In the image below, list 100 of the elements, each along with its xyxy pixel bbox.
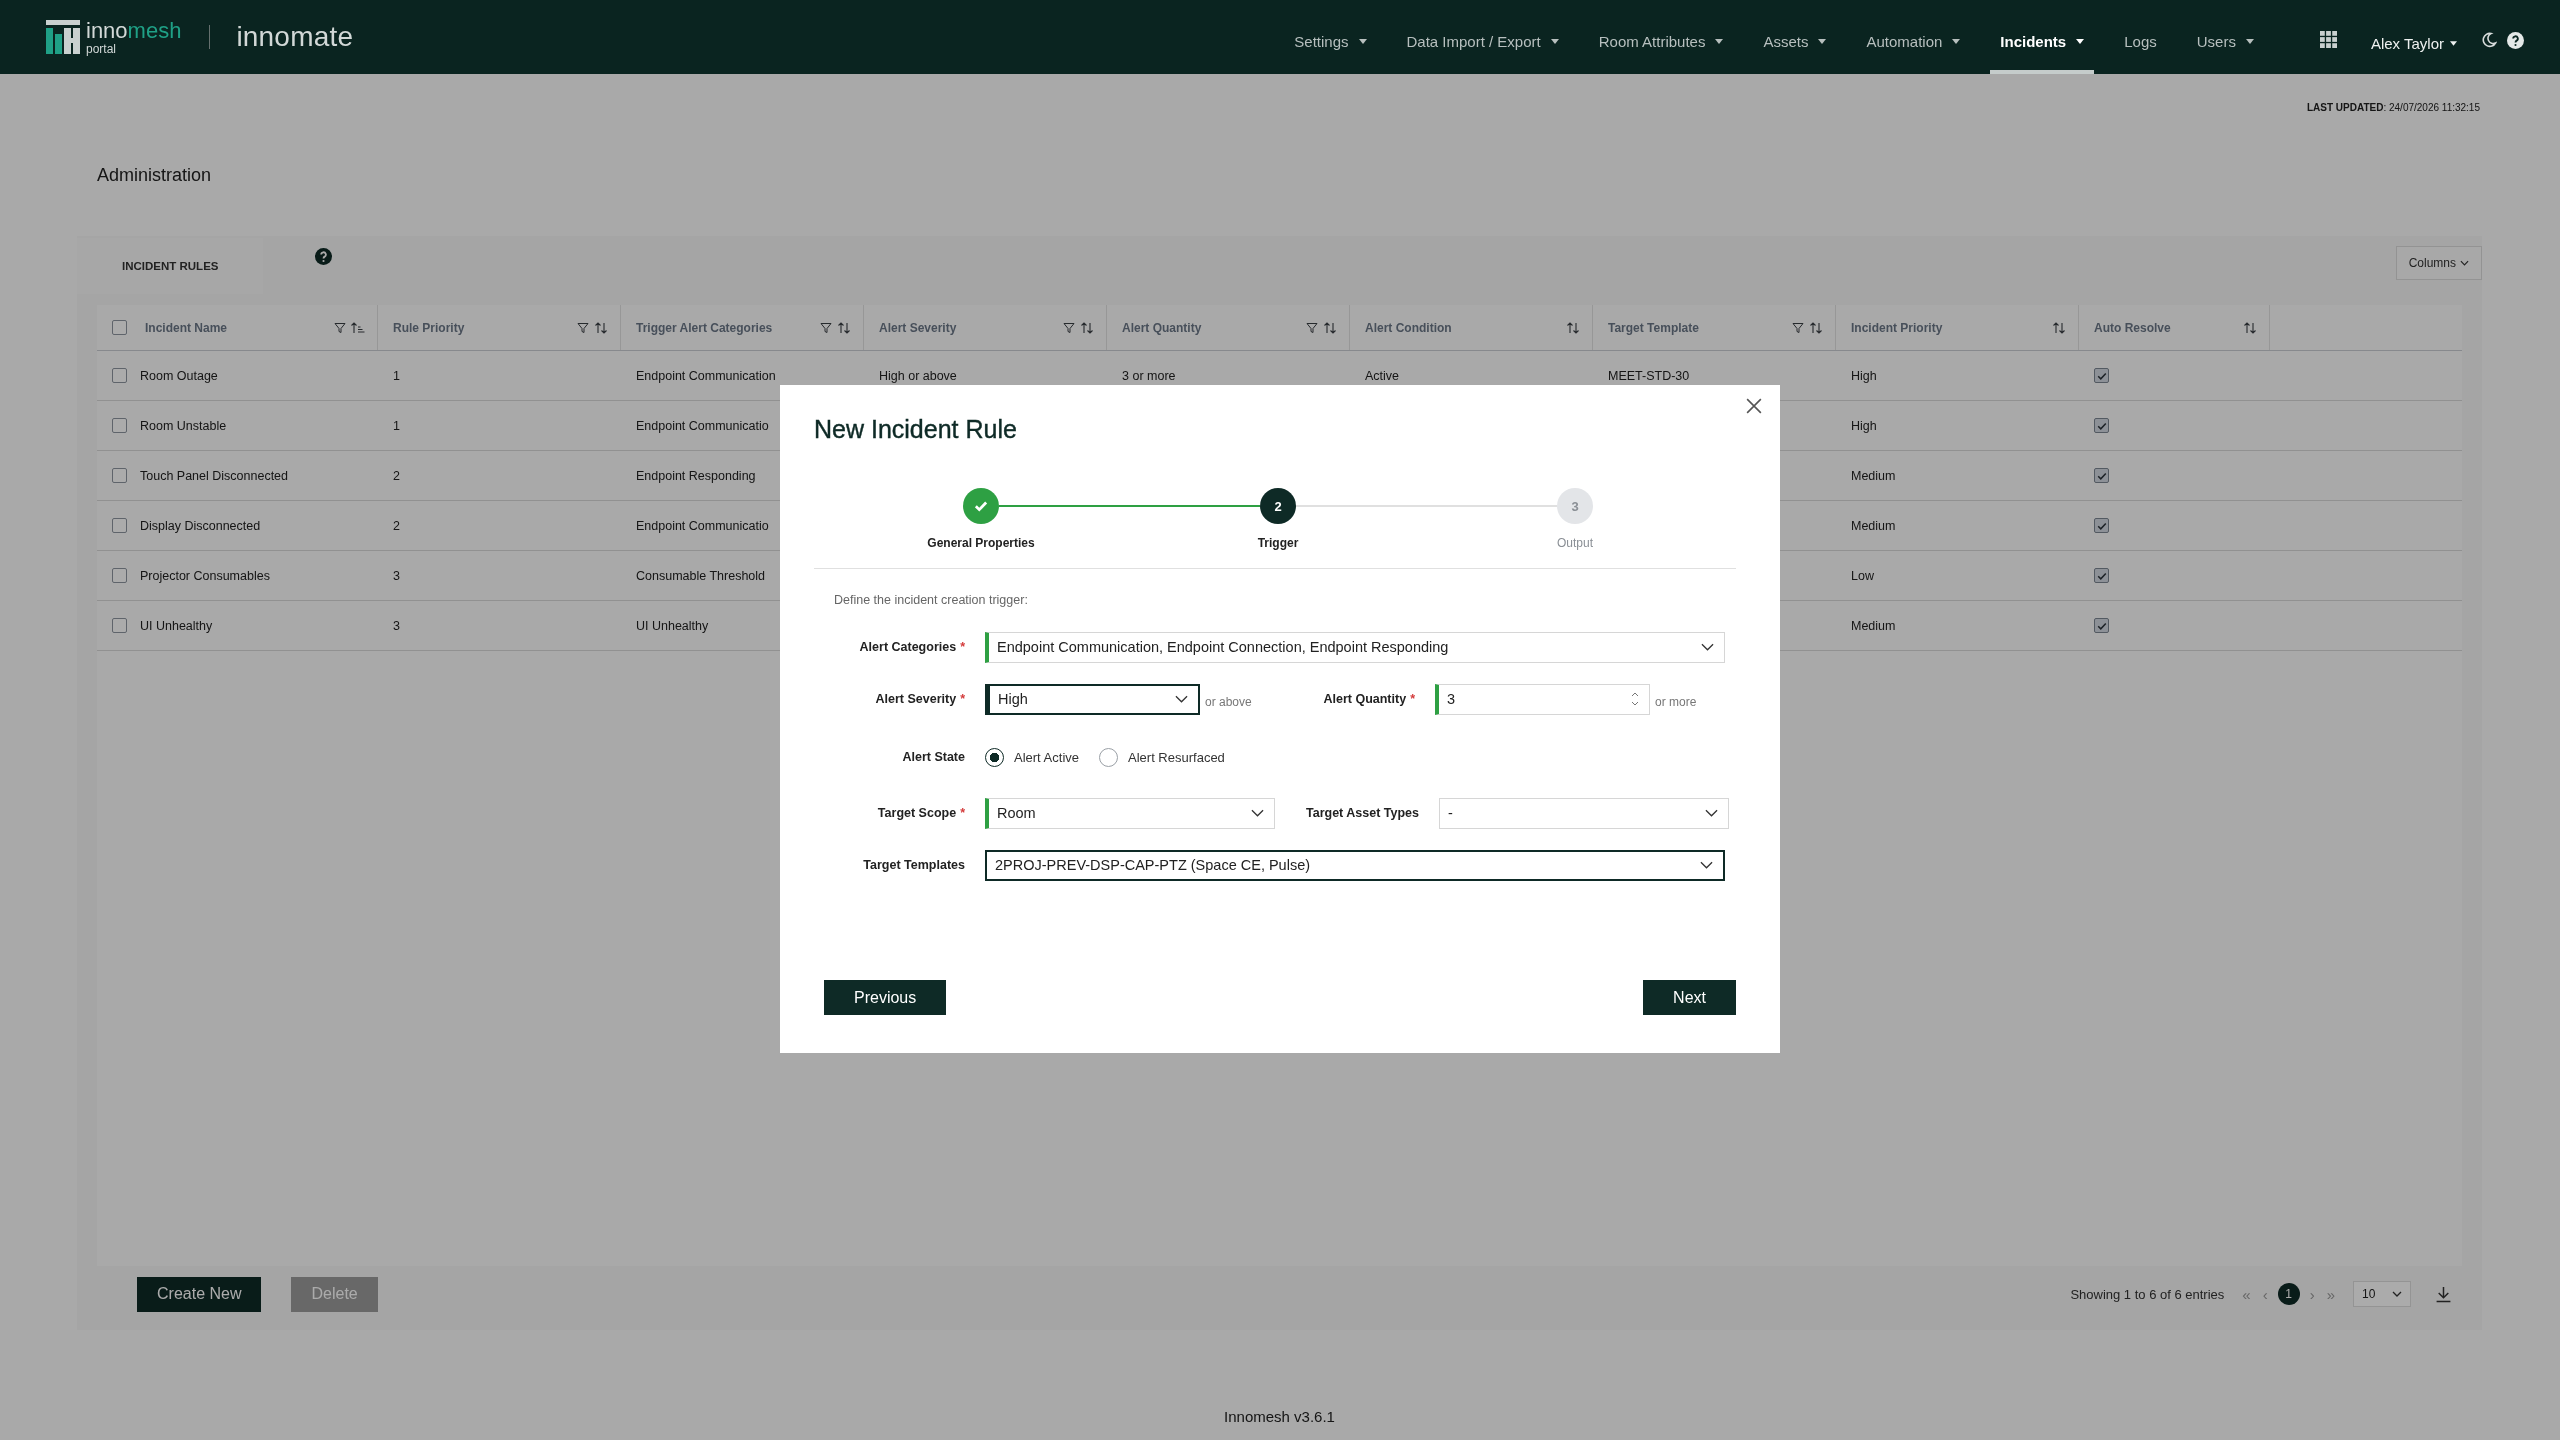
chevron-icon[interactable]: [1701, 643, 1714, 651]
row-checkbox[interactable]: [112, 518, 127, 533]
sort-icon[interactable]: [2052, 321, 2066, 334]
download-icon[interactable]: [2435, 1285, 2452, 1303]
create-button[interactable]: Create New: [137, 1276, 262, 1312]
field-label: Target Templates: [862, 858, 965, 872]
auto-resolve-checkbox[interactable]: [2094, 368, 2109, 383]
table-cell: Room Outage: [140, 368, 218, 383]
entries-summary: Showing 1 to 6 of 6 entries: [2070, 1286, 2225, 1302]
nav-menu-item[interactable]: Assets: [1753, 0, 1837, 74]
help-icon[interactable]: [2507, 31, 2524, 49]
filter-icon[interactable]: [577, 321, 589, 334]
sort-icon[interactable]: [837, 321, 851, 334]
filter-icon[interactable]: [334, 321, 346, 334]
app-grid-icon[interactable]: [2319, 30, 2337, 48]
moon-icon[interactable]: [2481, 32, 2497, 48]
radio-option[interactable]: Alert Active: [985, 747, 1080, 767]
auto-resolve-checkbox[interactable]: [2094, 518, 2109, 533]
table-cell: 3: [393, 568, 400, 583]
nav-menu-item[interactable]: Room Attributes: [1588, 0, 1734, 74]
auto-resolve-checkbox[interactable]: [2094, 468, 2109, 483]
field-label: Target Scope *: [876, 806, 965, 820]
caret-icon[interactable]: [1952, 38, 1961, 44]
help-icon[interactable]: [315, 248, 333, 265]
column-header: Auto Resolve: [2094, 320, 2171, 335]
sort-icon[interactable]: [1080, 321, 1094, 334]
close-icon[interactable]: [1746, 398, 1762, 414]
caret-icon[interactable]: [1550, 38, 1559, 44]
row-checkbox[interactable]: [112, 468, 127, 483]
row-checkbox[interactable]: [112, 618, 127, 633]
auto-resolve-checkbox[interactable]: [2094, 418, 2109, 433]
caret-icon[interactable]: [1715, 38, 1724, 44]
nav-menu-item[interactable]: Users: [2186, 0, 2264, 74]
sort-icon[interactable]: [594, 321, 608, 334]
table-cell: Endpoint Responding: [636, 468, 756, 483]
sort-ascending-icon[interactable]: [351, 321, 365, 334]
row-checkbox[interactable]: [112, 418, 127, 433]
page-link[interactable]: 1: [2277, 1283, 2300, 1305]
column-header: Alert Quantity: [1122, 320, 1202, 335]
step-label: General Properties: [927, 536, 1035, 550]
auto-resolve-checkbox[interactable]: [2094, 568, 2109, 583]
nav-menu-item[interactable]: Settings: [1284, 0, 1377, 74]
caret-icon[interactable]: [2076, 38, 2085, 44]
logo-subtitle: portal: [86, 42, 118, 55]
column-header: Rule Priority: [393, 320, 465, 335]
caret-icon[interactable]: [1358, 38, 1367, 44]
table-cell: 3 or more: [1122, 368, 1176, 383]
select-field[interactable]: Room: [985, 797, 1275, 829]
select-all-checkbox[interactable]: [112, 320, 127, 335]
previous-button[interactable]: Previous: [824, 980, 947, 1015]
nav-menu-item[interactable]: Automation: [1856, 0, 1971, 74]
field-label: Alert Quantity *: [1322, 692, 1415, 706]
filter-icon[interactable]: [1306, 321, 1318, 334]
filter-icon[interactable]: [1063, 321, 1075, 334]
sort-icon[interactable]: [1323, 321, 1337, 334]
table-cell: Low: [1851, 568, 1874, 583]
spinner-icon[interactable]: [1631, 692, 1639, 706]
table-cell: Display Disconnected: [140, 518, 261, 533]
nav-menu-item[interactable]: Data Import / Export: [1396, 0, 1569, 74]
next-button[interactable]: Next: [1643, 980, 1736, 1015]
table-cell: Consumable Threshold: [636, 568, 765, 583]
chevron-icon[interactable]: [1705, 809, 1718, 817]
filter-icon[interactable]: [1792, 321, 1804, 334]
user-menu[interactable]: Alex Taylor: [2370, 22, 2457, 52]
select-field[interactable]: Endpoint Communication, Endpoint Connection, Endpoint Responding: [985, 631, 1725, 663]
sort-icon[interactable]: [2243, 321, 2257, 334]
chevron-icon[interactable]: [2392, 1291, 2402, 1297]
radio-option[interactable]: Alert Resurfaced: [1099, 747, 1225, 767]
column-header: Alert Severity: [879, 320, 957, 335]
number-field[interactable]: 3: [1435, 683, 1650, 715]
chevron-icon[interactable]: [1251, 809, 1264, 817]
sort-icon[interactable]: [1566, 321, 1580, 334]
nav-menu-item[interactable]: Incidents: [1990, 0, 2095, 74]
table-cell: Room Unstable: [140, 418, 227, 433]
table-cell: Endpoint Communication: [636, 368, 776, 383]
table-cell: High: [1851, 368, 1877, 383]
chevron-icon[interactable]: [2460, 260, 2469, 266]
field-suffix: or above: [1205, 695, 1253, 709]
page-size-select[interactable]: 10: [2353, 1281, 2411, 1307]
chevron-icon[interactable]: [1700, 861, 1713, 869]
caret-icon[interactable]: [2450, 40, 2457, 46]
columns-button[interactable]: Columns: [2395, 246, 2482, 280]
select-field[interactable]: 2PROJ-PREV-DSP-CAP-PTZ (Space CE, Pulse): [985, 849, 1725, 881]
table-cell: UI Unhealthy: [636, 618, 709, 633]
select-field[interactable]: -: [1439, 797, 1729, 829]
table-cell: Endpoint Communicatio: [636, 418, 769, 433]
caret-icon[interactable]: [2245, 38, 2254, 44]
modal-title: New Incident Rule: [814, 415, 1018, 444]
sort-icon[interactable]: [1809, 321, 1823, 334]
nav-menu-item[interactable]: Logs: [2114, 0, 2167, 74]
table-cell: Medium: [1851, 618, 1896, 633]
table-cell: High: [1851, 418, 1877, 433]
filter-icon[interactable]: [820, 321, 832, 334]
caret-icon[interactable]: [1818, 38, 1827, 44]
row-checkbox[interactable]: [112, 568, 127, 583]
chevron-icon[interactable]: [1175, 695, 1188, 703]
select-field[interactable]: High: [985, 683, 1200, 715]
column-header: Incident Name: [145, 320, 228, 335]
row-checkbox[interactable]: [112, 368, 127, 383]
auto-resolve-checkbox[interactable]: [2094, 618, 2109, 633]
